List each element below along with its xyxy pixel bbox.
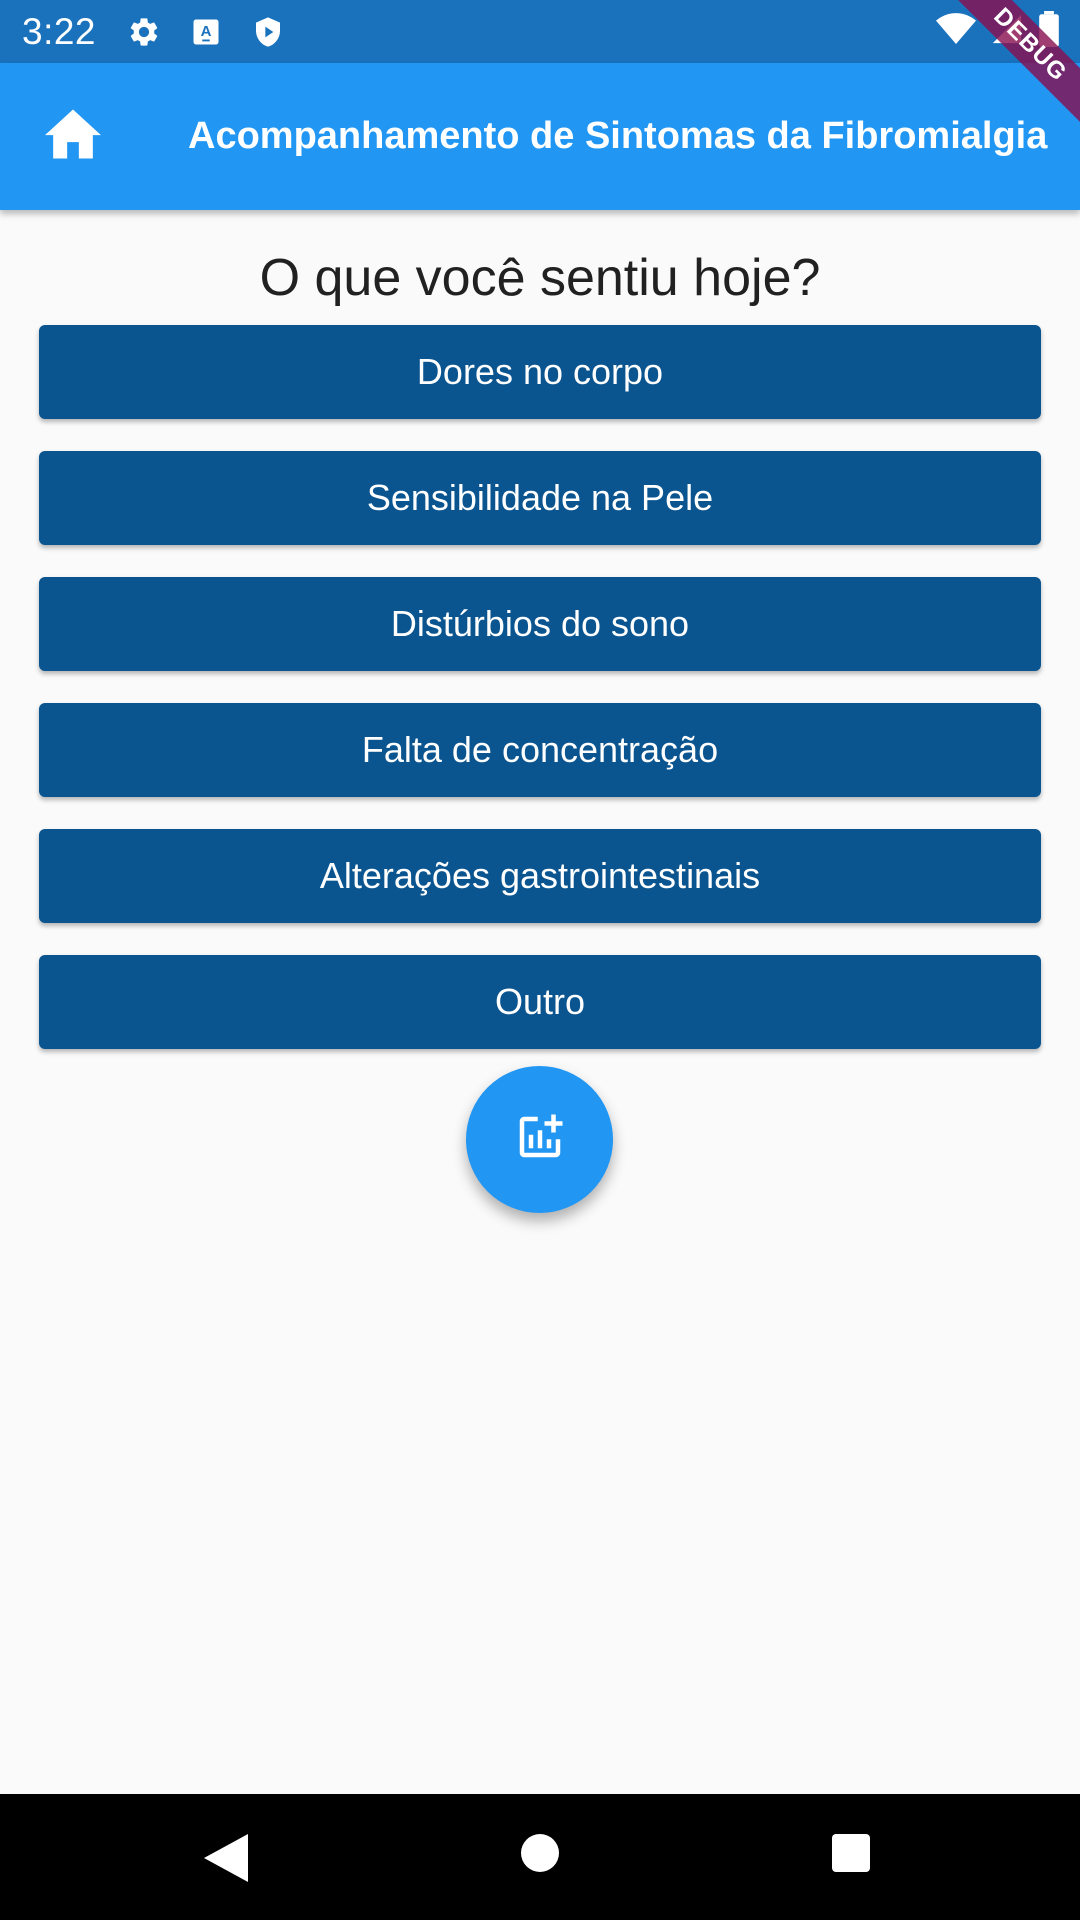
symptom-button-alteracoes-gastrointestinais[interactable]: Alterações gastrointestinais <box>39 829 1041 923</box>
svg-text:A: A <box>201 22 212 39</box>
app-bar: Acompanhamento de Sintomas da Fibromialg… <box>0 63 1080 210</box>
gear-icon <box>126 14 162 50</box>
add-chart-fab[interactable] <box>466 1066 613 1213</box>
wifi-icon <box>936 12 976 51</box>
status-bar: 3:22 A <box>0 0 1080 63</box>
app-screen: 3:22 A Acompanhamento de Sintomas da Fib… <box>0 0 1080 1920</box>
recents-icon[interactable] <box>832 1834 870 1872</box>
symptom-list: Dores no corpo Sensibilidade na Pele Dis… <box>39 325 1041 1081</box>
home-button[interactable] <box>40 103 106 169</box>
add-chart-icon <box>513 1110 567 1169</box>
symptom-button-disturbios-do-sono[interactable]: Distúrbios do sono <box>39 577 1041 671</box>
symptom-button-sensibilidade-na-pele[interactable]: Sensibilidade na Pele <box>39 451 1041 545</box>
home-icon <box>45 109 101 164</box>
question-heading: O que você sentiu hoje? <box>259 249 821 307</box>
symptom-button-falta-de-concentracao[interactable]: Falta de concentração <box>39 703 1041 797</box>
symptom-button-dores-no-corpo[interactable]: Dores no corpo <box>39 325 1041 419</box>
app-title: Acompanhamento de Sintomas da Fibromialg… <box>188 115 1048 157</box>
shield-play-icon <box>250 14 286 50</box>
keyboard-a-icon: A <box>188 14 224 50</box>
status-icons-left: A <box>126 14 286 50</box>
back-icon[interactable] <box>204 1834 248 1882</box>
status-time: 3:22 <box>22 10 97 52</box>
symptom-button-outro[interactable]: Outro <box>39 955 1041 1049</box>
navigation-bar <box>0 1794 1080 1920</box>
home-circle-icon[interactable] <box>521 1834 559 1872</box>
